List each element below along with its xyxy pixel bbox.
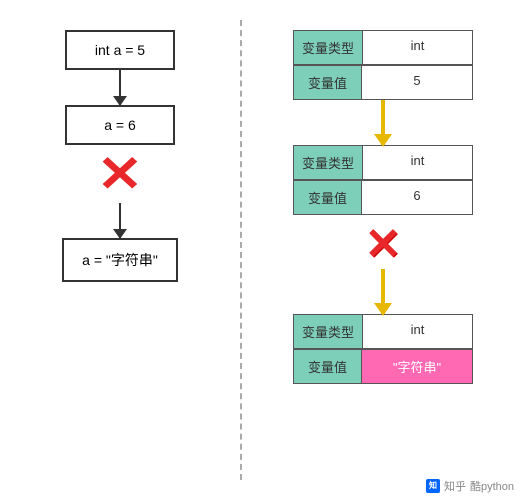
label-type-1: 变量类型 bbox=[294, 31, 363, 64]
label-type-3: 变量类型 bbox=[294, 315, 363, 348]
value-val-3: "字符串" bbox=[362, 350, 472, 383]
divider bbox=[240, 20, 242, 480]
value-type-1: int bbox=[363, 31, 472, 64]
label-val-1: 变量值 bbox=[294, 66, 362, 99]
label-val-2: 变量值 bbox=[294, 181, 362, 214]
arrow-1 bbox=[119, 70, 121, 105]
right-panel: 变量类型 int 变量值 5 变量类型 int 变量值 6 ✕ bbox=[252, 20, 514, 470]
left-panel: int a = 5 a = 6 ✕ a = "字符串" bbox=[10, 20, 230, 470]
label-type-2: 变量类型 bbox=[294, 146, 363, 179]
flow-box-1: int a = 5 bbox=[65, 30, 175, 70]
main-container: int a = 5 a = 6 ✕ a = "字符串" 变量类型 int 变量值… bbox=[0, 0, 524, 480]
memory-row-3-1: 变量类型 int bbox=[293, 314, 473, 349]
zhihu-logo: 知 bbox=[426, 479, 440, 493]
x-mark-right: ✕ bbox=[365, 223, 402, 267]
memory-row-1-1: 变量类型 int bbox=[293, 30, 473, 65]
value-type-2: int bbox=[363, 146, 472, 179]
footer: 知 知乎 酷python bbox=[426, 478, 514, 494]
flowchart: int a = 5 a = 6 ✕ a = "字符串" bbox=[40, 30, 200, 282]
flow-box-2: a = 6 bbox=[65, 105, 175, 145]
arrow-2 bbox=[119, 203, 121, 238]
x-mark-left: ✕ bbox=[97, 145, 143, 203]
value-val-2: 6 bbox=[362, 181, 472, 214]
value-val-1: 5 bbox=[362, 66, 472, 99]
flow-box-3: a = "字符串" bbox=[62, 238, 178, 282]
footer-platform: 知乎 bbox=[444, 478, 466, 494]
memory-row-2-1: 变量类型 int bbox=[293, 145, 473, 180]
memory-row-3-2: 变量值 "字符串" bbox=[293, 349, 473, 384]
value-type-3: int bbox=[363, 315, 472, 348]
yellow-arrow-1 bbox=[381, 100, 385, 145]
yellow-arrow-2 bbox=[381, 269, 385, 314]
footer-author: 酷python bbox=[470, 478, 514, 494]
memory-row-1-2: 变量值 5 bbox=[293, 65, 473, 100]
label-val-3: 变量值 bbox=[294, 350, 362, 383]
memory-block-3: 变量类型 int 变量值 "字符串" bbox=[293, 314, 473, 384]
memory-row-2-2: 变量值 6 bbox=[293, 180, 473, 215]
memory-block-2: 变量类型 int 变量值 6 bbox=[293, 145, 473, 215]
memory-block-1: 变量类型 int 变量值 5 bbox=[293, 30, 473, 100]
